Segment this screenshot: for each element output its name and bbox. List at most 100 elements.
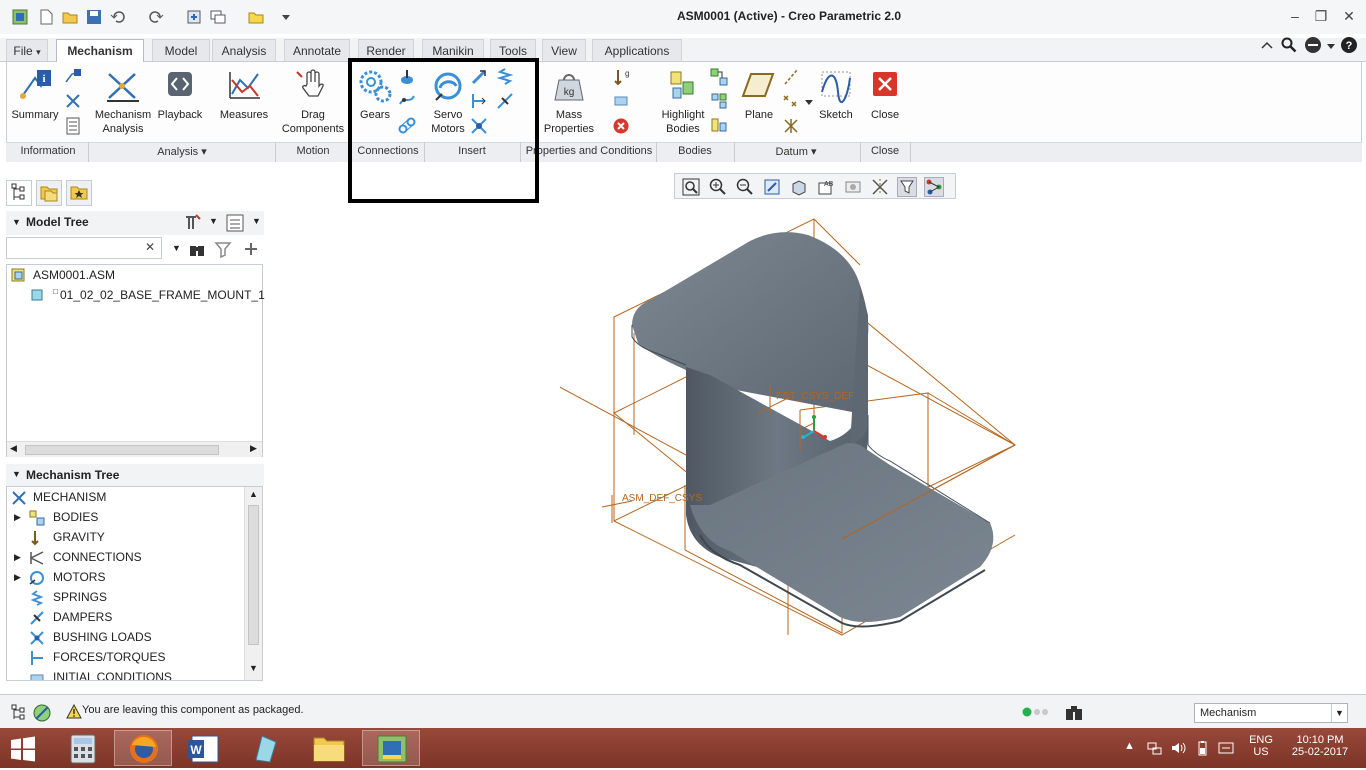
firefox-app-icon[interactable]: [114, 730, 172, 766]
close-window-icon[interactable]: [248, 9, 264, 25]
drag-components-button[interactable]: Drag Components: [280, 68, 346, 136]
zoom-in-icon[interactable]: [708, 177, 728, 197]
vertical-scrollbar[interactable]: ▲ ▼: [244, 487, 262, 680]
word-app-icon[interactable]: W: [176, 730, 234, 766]
scrollbar-thumb[interactable]: [25, 445, 219, 455]
help-icon[interactable]: ?: [1340, 36, 1358, 54]
save-icon[interactable]: [86, 9, 102, 25]
group-datum[interactable]: Datum ▾: [734, 145, 858, 158]
volume-icon[interactable]: [1170, 740, 1186, 756]
ground-bodies-icon[interactable]: [710, 117, 728, 135]
restore-button[interactable]: ❐: [1310, 6, 1332, 26]
show-navigator-icon[interactable]: [8, 703, 28, 723]
tab-file[interactable]: File ▾: [6, 39, 48, 61]
datum-display-filters-icon[interactable]: [870, 177, 890, 197]
repaint-icon[interactable]: [762, 177, 782, 197]
windows-icon[interactable]: [210, 9, 226, 25]
app-icon[interactable]: [12, 9, 28, 25]
minimize-button[interactable]: –: [1284, 6, 1306, 26]
reconnect-icon[interactable]: [710, 92, 728, 110]
tab-view[interactable]: View: [542, 39, 586, 61]
mech-item-motors[interactable]: ▶ MOTORS: [7, 567, 243, 587]
search-dropdown-icon[interactable]: ▼: [172, 243, 181, 253]
refit-icon[interactable]: [681, 177, 701, 197]
zoom-out-icon[interactable]: [735, 177, 755, 197]
show-icon[interactable]: [225, 213, 245, 233]
open-icon[interactable]: [62, 9, 78, 25]
prism-app-icon[interactable]: [236, 730, 294, 766]
mech-item-bodies[interactable]: ▶ BODIES: [7, 507, 243, 527]
point-icon[interactable]: [782, 92, 800, 110]
creo-app-icon[interactable]: [362, 730, 420, 766]
start-button-icon[interactable]: [10, 736, 36, 762]
summary-button[interactable]: i Summary: [10, 68, 60, 122]
detailed-info-icon[interactable]: [64, 117, 82, 135]
tab-model[interactable]: Model: [152, 39, 210, 61]
network-icon[interactable]: [1146, 740, 1162, 756]
calculator-app-icon[interactable]: [54, 730, 112, 766]
mech-item-connections[interactable]: ▶ CONNECTIONS: [7, 547, 243, 567]
sketch-button[interactable]: Sketch: [816, 68, 856, 122]
search-icon[interactable]: [1281, 37, 1297, 53]
saved-orientations-icon[interactable]: AB: [816, 177, 836, 197]
folder-browser-tab[interactable]: [36, 180, 62, 206]
find-icon[interactable]: [1064, 703, 1084, 723]
collapse-ribbon-icon[interactable]: [1260, 38, 1274, 52]
tab-mechanism[interactable]: Mechanism: [56, 39, 144, 63]
model-tree-tab[interactable]: [6, 180, 32, 206]
tab-annotate[interactable]: Annotate: [284, 39, 350, 61]
redo-icon[interactable]: [148, 9, 164, 25]
group-analysis[interactable]: Analysis ▾: [90, 145, 274, 158]
csys-icon[interactable]: [782, 117, 800, 135]
graphics-viewport[interactable]: PRT_CSYS_DEF ASM_DEF_CSYS: [560, 205, 1040, 645]
tree-item-assembly[interactable]: ASM0001.ASM: [7, 265, 262, 285]
mech-item-bushing-loads[interactable]: BUSHING LOADS: [7, 627, 243, 647]
playback-button[interactable]: Playback: [156, 68, 204, 122]
show-browser-icon[interactable]: [32, 703, 52, 723]
measures-button[interactable]: Measures: [216, 68, 272, 122]
clear-search-icon[interactable]: ✕: [145, 240, 155, 254]
annotation-display-icon[interactable]: [924, 177, 944, 197]
customize-qat-icon[interactable]: [278, 9, 294, 25]
new-icon[interactable]: [38, 9, 54, 25]
termination-condition-icon[interactable]: [612, 117, 630, 135]
community-icon[interactable]: [1304, 36, 1322, 54]
regenerate-icon[interactable]: [186, 9, 202, 25]
settings-dropdown-icon[interactable]: ▼: [209, 216, 218, 226]
tab-analysis[interactable]: Analysis: [212, 39, 276, 61]
filter-icon[interactable]: [214, 240, 232, 259]
file-explorer-app-icon[interactable]: [300, 730, 358, 766]
close-mechanism-button[interactable]: Close: [866, 68, 904, 122]
language-indicator[interactable]: ENG US: [1244, 734, 1278, 758]
action-center-icon[interactable]: [1218, 740, 1234, 756]
plane-button[interactable]: Plane: [740, 68, 778, 122]
mech-item-forces-torques[interactable]: FORCES/TORQUES: [7, 647, 243, 667]
display-style-icon[interactable]: [789, 177, 809, 197]
mech-item-mechanism[interactable]: MECHANISM: [7, 487, 243, 507]
undo-icon[interactable]: [110, 9, 126, 25]
favorites-tab[interactable]: [66, 180, 92, 206]
clock[interactable]: 10:10 PM 25-02-2017: [1284, 734, 1356, 758]
tree-item-part[interactable]: □ 01_02_02_BASE_FRAME_MOUNT_1: [7, 285, 265, 305]
show-dropdown-icon[interactable]: ▼: [252, 216, 261, 226]
community-dropdown-icon[interactable]: [1326, 40, 1336, 50]
mech-item-dampers[interactable]: DAMPERS: [7, 607, 243, 627]
settings-icon[interactable]: [182, 213, 202, 233]
mech-display-icon[interactable]: [897, 177, 917, 197]
scrollbar-thumb[interactable]: [248, 505, 259, 645]
gravity-icon[interactable]: g: [612, 68, 630, 86]
view-manager-icon[interactable]: [843, 177, 863, 197]
highlight-bodies-button[interactable]: Highlight Bodies: [658, 68, 708, 136]
find-binoculars-icon[interactable]: [188, 240, 206, 258]
mech-item-initial-conditions[interactable]: INITIAL CONDITIONS: [7, 667, 243, 680]
model-tree-search-input[interactable]: ✕: [6, 237, 162, 259]
close-button[interactable]: ✕: [1338, 6, 1360, 26]
axis-icon[interactable]: [782, 68, 800, 86]
mech-item-gravity[interactable]: GRAVITY: [7, 527, 243, 547]
initial-condition-icon[interactable]: [612, 92, 630, 110]
body-definition-icon[interactable]: [710, 68, 728, 86]
battery-icon[interactable]: [1194, 740, 1210, 756]
mech-item-springs[interactable]: SPRINGS: [7, 587, 243, 607]
show-hidden-icons-icon[interactable]: ▲: [1124, 740, 1135, 752]
tab-applications[interactable]: Applications: [592, 39, 682, 61]
